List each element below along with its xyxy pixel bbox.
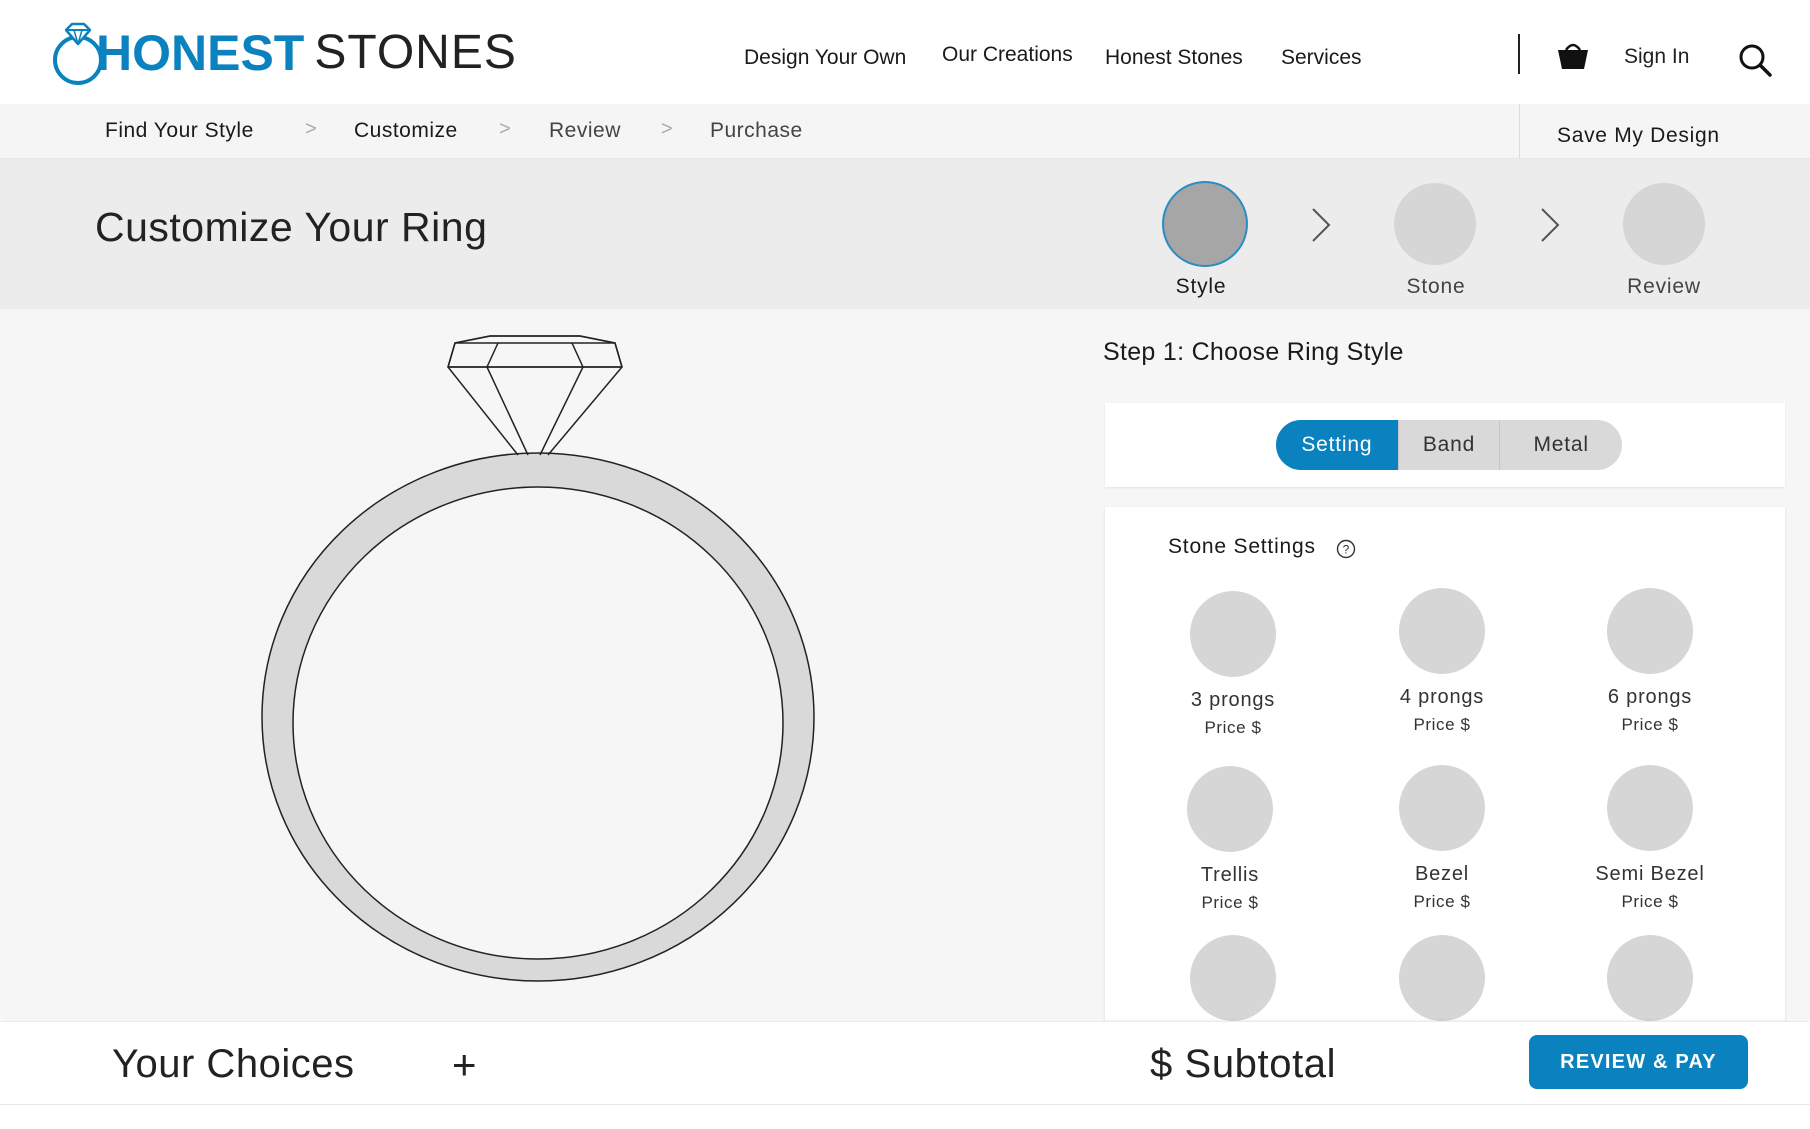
chevron-right-icon [1312,208,1331,242]
stepper-review-circle[interactable] [1623,183,1705,265]
expand-choices-button[interactable]: + [452,1044,477,1086]
tab-band[interactable]: Band [1397,420,1500,470]
brand-logo[interactable]: HONEST STONES [48,20,517,86]
setting-price: Price $ [1621,892,1679,911]
subtotal-label: $ Subtotal [1150,1042,1337,1086]
setting-option-semi-bezel[interactable]: Semi Bezel Price $ [1570,765,1730,912]
breadcrumb-separator: > [499,118,511,140]
setting-option-3-prongs[interactable]: 3 prongs Price $ [1153,591,1313,738]
setting-thumbnail [1399,588,1485,674]
setting-option[interactable] [1362,935,1522,1021]
setting-price: Price $ [1204,718,1262,737]
stepper-stone-label: Stone [1406,275,1466,298]
setting-option[interactable] [1570,935,1730,1021]
nav-services[interactable]: Services [1281,46,1362,70]
setting-name: 6 prongs [1607,686,1693,708]
setting-price: Price $ [1413,715,1471,734]
stepper-style-circle[interactable] [1164,183,1246,265]
summary-footer: Your Choices + $ Subtotal REVIEW & PAY [0,1022,1810,1104]
title-band: Customize Your Ring Style Stone Review [0,159,1810,309]
stepper-review-label: Review [1627,275,1701,298]
breadcrumb-purchase[interactable]: Purchase [710,119,803,143]
save-my-design-link[interactable]: Save My Design [1557,124,1720,148]
option-tabs: Setting Band Metal [1276,420,1622,470]
setting-name: Trellis [1200,864,1260,886]
setting-thumbnail [1607,588,1693,674]
stone-settings-title: Stone Settings [1168,535,1316,558]
nav-design-your-own[interactable]: Design Your Own [744,46,906,70]
setting-name: Bezel [1414,863,1470,885]
setting-option-6-prongs[interactable]: 6 prongs Price $ [1570,588,1730,735]
tab-setting[interactable]: Setting [1276,420,1398,470]
search-icon[interactable] [1738,43,1772,77]
breadcrumb-review[interactable]: Review [549,119,621,143]
page-title: Customize Your Ring [95,204,488,250]
help-icon[interactable]: ? [1336,539,1356,559]
chevron-right-icon [1541,208,1560,242]
setting-price: Price $ [1201,893,1259,912]
breadcrumb-customize[interactable]: Customize [354,119,458,143]
breadcrumb: Find Your Style > Customize > Review > P… [0,104,1810,159]
site-header: HONEST STONES Design Your Own Our Creati… [0,0,1810,104]
setting-option[interactable] [1153,935,1313,1021]
header-divider [1518,34,1520,74]
setting-name: 3 prongs [1190,689,1276,711]
svg-text:?: ? [1343,543,1350,557]
setting-option-trellis[interactable]: Trellis Price $ [1150,766,1310,913]
setting-thumbnail [1399,935,1485,1021]
setting-option-bezel[interactable]: Bezel Price $ [1362,765,1522,912]
setting-thumbnail [1399,765,1485,851]
brand-name-bold: HONEST [96,25,305,81]
setting-thumbnail [1607,935,1693,1021]
setting-thumbnail [1190,935,1276,1021]
breadcrumb-find-your-style[interactable]: Find Your Style [105,119,254,143]
stepper-stone-circle[interactable] [1394,183,1476,265]
setting-option-4-prongs[interactable]: 4 prongs Price $ [1362,588,1522,735]
ring-preview-image [261,335,815,982]
breadcrumb-divider [1519,104,1520,158]
ring-logo-icon [53,22,103,85]
stepper-style-label: Style [1175,275,1227,298]
brand-name-light: STONES [314,26,517,79]
setting-price: Price $ [1621,715,1679,734]
setting-thumbnail [1190,591,1276,677]
setting-price: Price $ [1413,892,1471,911]
step-heading: Step 1: Choose Ring Style [1103,338,1404,366]
setting-name: Semi Bezel [1595,863,1705,885]
bottom-strip [0,1104,1810,1129]
tab-metal[interactable]: Metal [1499,420,1622,470]
nav-our-creations[interactable]: Our Creations [942,43,1073,67]
setting-thumbnail [1607,765,1693,851]
cart-icon[interactable] [1554,40,1592,72]
setting-thumbnail [1187,766,1273,852]
nav-honest-stones[interactable]: Honest Stones [1105,46,1243,70]
review-and-pay-button[interactable]: REVIEW & PAY [1529,1035,1748,1089]
your-choices-label: Your Choices [112,1042,355,1086]
breadcrumb-separator: > [305,118,317,140]
breadcrumb-separator: > [661,118,673,140]
sign-in-link[interactable]: Sign In [1624,45,1689,69]
setting-name: 4 prongs [1399,686,1485,708]
